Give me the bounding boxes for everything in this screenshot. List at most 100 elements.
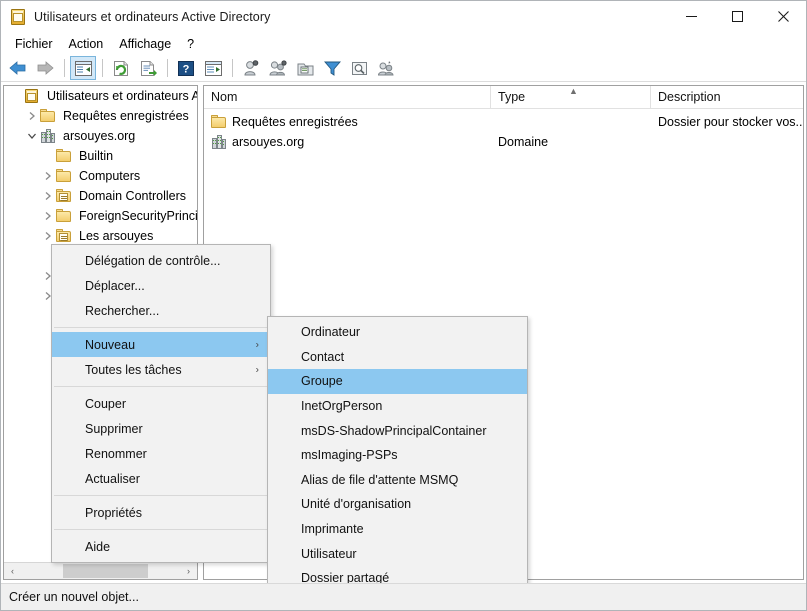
chevron-down-icon[interactable] [24, 128, 40, 144]
column-label: Nom [211, 90, 238, 104]
context-menu-item-delegation[interactable]: Délégation de contrôle... [52, 248, 270, 273]
menu-separator [54, 495, 268, 496]
maximize-button[interactable] [714, 1, 760, 32]
tree-item-arsouyes-org[interactable]: arsouyes.org [4, 126, 197, 146]
title-bar: Utilisateurs et ordinateurs Active Direc… [1, 1, 806, 33]
tree-item-label: Les arsouyes [79, 229, 154, 243]
find-icon[interactable] [346, 56, 372, 80]
new-user-icon[interactable] [238, 56, 264, 80]
tree-item-root[interactable]: Utilisateurs et ordinateurs Active [4, 86, 197, 106]
scroll-left-arrow[interactable]: ‹ [4, 563, 21, 579]
submenu-item-msimaging-psps[interactable]: msImaging-PSPs [268, 443, 527, 468]
menu-item-label: Utilisateur [301, 546, 357, 561]
submenu-item-ordinateur[interactable]: Ordinateur [268, 320, 527, 345]
tree-item-builtin[interactable]: Builtin [4, 146, 197, 166]
filter-icon[interactable] [319, 56, 345, 80]
cell-description: Dossier pour stocker vos... [658, 115, 803, 129]
submenu-item-msmq-queue-alias[interactable]: Alias de file d'attente MSMQ [268, 468, 527, 493]
menu-item-label: InetOrgPerson [301, 399, 383, 414]
column-header-type[interactable]: Type ▲ [491, 86, 651, 108]
chevron-right-icon[interactable] [24, 108, 40, 124]
row-name: arsouyes.org [232, 135, 305, 149]
menu-item-label: Ordinateur [301, 325, 361, 340]
submenu-item-contact[interactable]: Contact [268, 345, 527, 370]
tree-item-saved-queries[interactable]: Requêtes enregistrées [4, 106, 197, 126]
context-menu-item-renommer[interactable]: Renommer [52, 441, 270, 466]
column-header-nom[interactable]: Nom [204, 86, 491, 108]
help-icon[interactable]: ? [173, 56, 199, 80]
show-hide-tree-icon[interactable] [70, 56, 96, 80]
console-root-icon [24, 88, 40, 104]
refresh-icon[interactable] [108, 56, 134, 80]
twisty-none [8, 88, 24, 104]
close-button[interactable] [760, 1, 806, 32]
table-row[interactable]: Requêtes enregistrées Dossier pour stock… [204, 112, 803, 132]
context-menu-item-aide[interactable]: Aide [52, 534, 270, 559]
cell-nom: arsouyes.org [204, 134, 491, 150]
tree-item-foreign-security-principals[interactable]: ForeignSecurityPrincipals [4, 206, 197, 226]
menu-item-label: Délégation de contrôle... [85, 253, 221, 268]
context-menu-item-nouveau[interactable]: Nouveau › [52, 332, 270, 357]
context-menu-item-proprietes[interactable]: Propriétés [52, 500, 270, 525]
scrollbar-thumb[interactable] [63, 564, 148, 578]
back-icon[interactable] [5, 56, 31, 80]
menu-item-label: Aide [85, 539, 111, 554]
submenu-item-unite-organisation[interactable]: Unité d'organisation [268, 492, 527, 517]
menu-fichier[interactable]: Fichier [7, 35, 61, 53]
submenu-item-msds-shadowprincipalcontainer[interactable]: msDS-ShadowPrincipalContainer [268, 418, 527, 443]
menu-separator [54, 529, 268, 530]
submenu-item-inetorgperson[interactable]: InetOrgPerson [268, 394, 527, 419]
svg-text:?: ? [183, 63, 190, 75]
console-icon[interactable] [200, 56, 226, 80]
menu-separator [54, 327, 268, 328]
chevron-right-icon[interactable] [40, 228, 56, 244]
tree-item-computers[interactable]: Computers [4, 166, 197, 186]
tree-item-domain-controllers[interactable]: Domain Controllers [4, 186, 197, 206]
scrollbar-track[interactable] [21, 563, 180, 579]
window-controls [668, 1, 806, 32]
folder-icon [56, 208, 72, 224]
menu-separator [54, 386, 268, 387]
column-header-description[interactable]: Description [651, 86, 803, 108]
chevron-right-icon[interactable] [40, 168, 56, 184]
submenu-item-groupe[interactable]: Groupe [268, 369, 527, 394]
tree-item-label: Utilisateurs et ordinateurs Active [47, 89, 197, 103]
context-menu-item-couper[interactable]: Couper [52, 391, 270, 416]
context-menu: Délégation de contrôle... Déplacer... Re… [51, 244, 271, 563]
chevron-right-icon[interactable] [40, 188, 56, 204]
minimize-button[interactable] [668, 1, 714, 32]
menu-item-label: Rechercher... [85, 303, 160, 318]
scroll-right-arrow[interactable]: › [180, 563, 197, 579]
chevron-right-icon[interactable] [40, 208, 56, 224]
toolbar-separator [64, 59, 65, 77]
manage-users-icon[interactable] [373, 56, 399, 80]
new-container-icon[interactable] [292, 56, 318, 80]
submenu-item-imprimante[interactable]: Imprimante [268, 517, 527, 542]
forward-icon[interactable] [32, 56, 58, 80]
menu-affichage[interactable]: Affichage [111, 35, 179, 53]
context-menu-item-deplacer[interactable]: Déplacer... [52, 273, 270, 298]
listview-header: Nom Type ▲ Description [204, 86, 803, 109]
context-menu-item-toutes-les-taches[interactable]: Toutes les tâches › [52, 357, 270, 382]
context-menu-item-supprimer[interactable]: Supprimer [52, 416, 270, 441]
menu-action[interactable]: Action [61, 35, 112, 53]
table-row[interactable]: arsouyes.org Domaine [204, 132, 803, 152]
export-list-icon[interactable] [135, 56, 161, 80]
menu-item-label: Déplacer... [85, 278, 145, 293]
new-object-submenu: Ordinateur Contact Groupe InetOrgPerson … [267, 316, 528, 595]
folder-icon [40, 108, 56, 124]
folder-icon [211, 114, 227, 130]
submenu-item-utilisateur[interactable]: Utilisateur [268, 541, 527, 566]
menu-item-label: Imprimante [301, 522, 364, 537]
ad-users-and-computers-window: Utilisateurs et ordinateurs Active Direc… [0, 0, 807, 611]
menu-aide[interactable]: ? [179, 35, 202, 53]
tree-item-les-arsouyes[interactable]: Les arsouyes [4, 226, 197, 246]
new-group-icon[interactable] [265, 56, 291, 80]
domain-icon [211, 134, 227, 150]
status-bar: Créer un nouvel objet... [1, 583, 806, 610]
row-name: Requêtes enregistrées [232, 115, 358, 129]
submenu-arrow-icon: › [255, 364, 259, 375]
context-menu-item-rechercher[interactable]: Rechercher... [52, 298, 270, 323]
tree-horizontal-scrollbar[interactable]: ‹ › [4, 562, 197, 579]
context-menu-item-actualiser[interactable]: Actualiser [52, 466, 270, 491]
